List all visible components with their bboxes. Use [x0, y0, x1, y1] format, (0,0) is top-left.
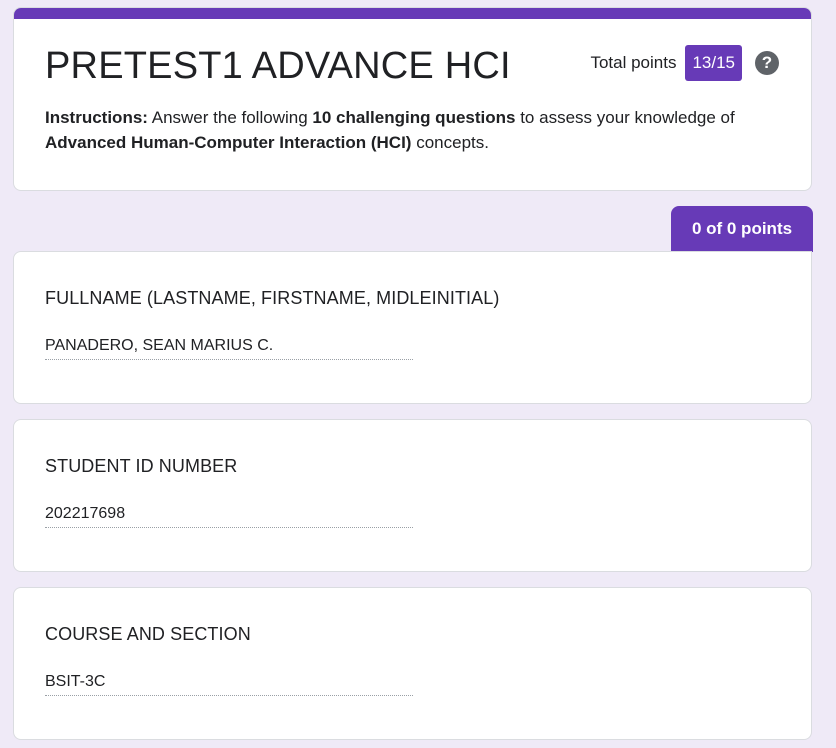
- instructions-text-1: Answer the following: [147, 108, 313, 127]
- question-card-student-id: STUDENT ID NUMBER 202217698: [13, 419, 812, 572]
- question-title: COURSE AND SECTION: [45, 624, 251, 644]
- question-title: STUDENT ID NUMBER: [45, 456, 238, 476]
- total-points-badge: 13/15: [685, 45, 742, 81]
- question-title: FULLNAME (LASTNAME, FIRSTNAME, MIDLEINIT…: [45, 288, 500, 308]
- total-points-area: Total points 13/15 ?: [590, 45, 779, 81]
- question-mark-icon[interactable]: ?: [755, 51, 779, 75]
- question-card-course-section: COURSE AND SECTION BSIT-3C: [13, 587, 812, 740]
- form-instructions: Instructions: Answer the following 10 ch…: [45, 105, 785, 155]
- instructions-text-2: to assess your knowledge of: [515, 108, 735, 127]
- instructions-bold-1: 10 challenging questions: [312, 108, 516, 127]
- total-points-label: Total points: [590, 53, 677, 72]
- header-accent-bar: [14, 8, 811, 19]
- instructions-text-3: concepts.: [411, 133, 489, 152]
- form-title: PRETEST1 ADVANCE HCI: [45, 45, 511, 87]
- instructions-bold-2: Advanced Human-Computer Interaction (HCI…: [45, 133, 412, 152]
- answer-text: PANADERO, SEAN MARIUS C.: [45, 335, 413, 360]
- answer-text: 202217698: [45, 503, 413, 528]
- answer-text: BSIT-3C: [45, 671, 413, 696]
- section-score-badge: 0 of 0 points: [671, 206, 813, 252]
- question-card-fullname: FULLNAME (LASTNAME, FIRSTNAME, MIDLEINIT…: [13, 251, 812, 404]
- form-header-card: PRETEST1 ADVANCE HCI Total points 13/15 …: [13, 7, 812, 191]
- instructions-prefix: Instructions:: [45, 108, 148, 127]
